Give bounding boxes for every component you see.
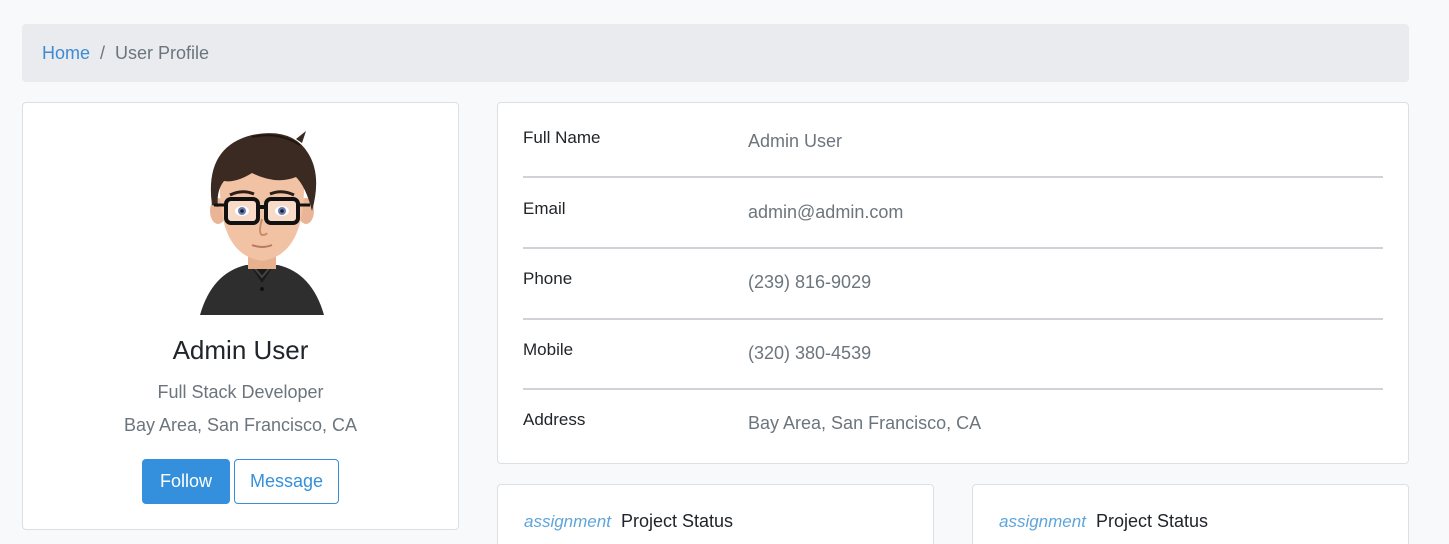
detail-row-address: Address Bay Area, San Francisco, CA <box>523 388 1383 458</box>
profile-name: Admin User <box>172 335 309 365</box>
project-status-title: Project Status <box>620 511 733 531</box>
message-button[interactable]: Message <box>234 459 339 504</box>
detail-label: Email <box>523 199 566 218</box>
detail-value: (320) 380-4539 <box>748 342 872 363</box>
profile-actions: Follow Message <box>23 459 458 504</box>
profile-card: Admin User Full Stack Developer Bay Area… <box>22 102 459 530</box>
detail-label: Phone <box>523 269 573 288</box>
profile-details-card: Full Name Admin User Email admin@admin.c… <box>497 102 1409 464</box>
assignment-icon: assignment <box>999 511 1086 531</box>
assignment-icon: assignment <box>524 511 611 531</box>
detail-value: (239) 816-9029 <box>748 271 872 292</box>
detail-row-phone: Phone (239) 816-9029 <box>523 247 1383 317</box>
breadcrumb-home-link[interactable]: Home <box>42 43 90 64</box>
user-avatar <box>200 131 324 315</box>
detail-value: Admin User <box>748 130 843 151</box>
breadcrumb-current: User Profile <box>115 42 210 63</box>
profile-location: Bay Area, San Francisco, CA <box>123 415 358 435</box>
project-status-title: Project Status <box>1095 511 1208 531</box>
project-status-card: assignment Project Status <box>497 484 934 544</box>
detail-row-email: Email admin@admin.com <box>523 177 1383 247</box>
detail-label: Mobile <box>523 340 574 359</box>
follow-button[interactable]: Follow <box>142 459 230 504</box>
breadcrumb: Home / User Profile <box>22 24 1409 82</box>
detail-row-mobile: Mobile (320) 380-4539 <box>523 318 1383 388</box>
project-status-header: assignment Project Status <box>524 511 733 532</box>
project-status-card: assignment Project Status <box>972 484 1409 544</box>
breadcrumb-separator: / <box>100 42 106 63</box>
detail-value: Bay Area, San Francisco, CA <box>748 412 982 433</box>
detail-label: Address <box>523 410 586 429</box>
detail-label: Full Name <box>523 128 601 147</box>
project-status-header: assignment Project Status <box>999 511 1208 532</box>
detail-row-full-name: Full Name Admin User <box>523 106 1383 176</box>
detail-value: admin@admin.com <box>748 201 904 222</box>
profile-job-title: Full Stack Developer <box>157 382 324 402</box>
